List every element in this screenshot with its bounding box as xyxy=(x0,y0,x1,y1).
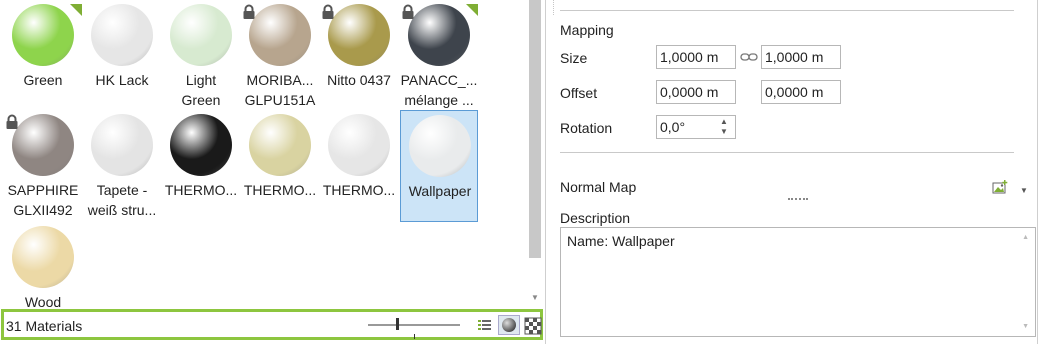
material-thumbnail[interactable]: THERMO... xyxy=(241,110,319,222)
size-label: Size xyxy=(560,50,588,66)
material-sphere xyxy=(328,114,390,176)
material-thumbnail[interactable]: PANACC_... mélange ... xyxy=(400,0,478,112)
sphere-icon xyxy=(502,318,516,332)
size-x-input[interactable]: 1,0000 m xyxy=(656,45,736,69)
material-label: MORIBA... GLPU151A xyxy=(244,72,316,108)
material-sphere xyxy=(91,114,153,176)
offset-label: Offset xyxy=(560,85,598,101)
textarea-scroll-down-icon[interactable]: ▼ xyxy=(1022,323,1029,330)
material-label: HK Lack xyxy=(95,72,149,88)
list-view-icon xyxy=(478,320,491,330)
link-icon[interactable] xyxy=(740,52,758,62)
material-thumbnail[interactable]: HK Lack xyxy=(83,0,161,112)
description-textarea[interactable]: Name: Wallpaper ▲ ▼ xyxy=(560,227,1036,337)
material-sphere xyxy=(409,115,471,177)
normal-map-label: Normal Map xyxy=(560,179,637,195)
spin-down-icon[interactable]: ▼ xyxy=(717,127,731,137)
material-sphere xyxy=(91,4,153,66)
status-bar: 31 Materials xyxy=(1,309,543,340)
material-thumbnail[interactable]: Tapete - weiß stru... xyxy=(83,110,161,222)
normal-map-dropdown-icon[interactable]: ▼ xyxy=(1020,186,1028,195)
material-label: Tapete - weiß stru... xyxy=(87,182,157,218)
material-sphere xyxy=(249,4,311,66)
vertical-scrollbar[interactable]: ▼ xyxy=(527,0,543,308)
resize-grip-icon[interactable] xyxy=(788,198,808,202)
material-sphere xyxy=(249,114,311,176)
list-view-button[interactable] xyxy=(474,315,496,335)
materials-count: 31 Materials xyxy=(6,318,83,334)
material-thumbnail[interactable]: THERMO... xyxy=(162,110,240,222)
top-separator xyxy=(560,10,1014,11)
sphere-preview-button[interactable] xyxy=(498,315,520,335)
material-label: Green xyxy=(23,72,63,88)
material-label: THERMO... xyxy=(243,182,317,198)
mapping-separator xyxy=(560,152,1014,153)
rotation-input[interactable]: 0,0° ▲ ▼ xyxy=(656,115,736,139)
thumbnail-size-slider[interactable] xyxy=(368,318,460,339)
lock-icon xyxy=(322,4,334,19)
material-thumbnail[interactable]: Wood xyxy=(4,222,82,308)
material-sphere xyxy=(328,4,390,66)
textarea-scroll-up-icon[interactable]: ▲ xyxy=(1022,234,1029,241)
offset-y-input[interactable]: 0,0000 m xyxy=(761,80,841,104)
mapping-heading: Mapping xyxy=(560,22,614,38)
size-y-input[interactable]: 1,0000 m xyxy=(761,45,841,69)
add-image-icon[interactable] xyxy=(992,180,1008,194)
right-border xyxy=(1037,0,1038,344)
scroll-down-arrow-icon[interactable]: ▼ xyxy=(529,292,541,304)
material-thumbnail[interactable]: Wallpaper xyxy=(400,110,478,222)
material-label: Light Green xyxy=(181,72,221,108)
material-label: Nitto 0437 xyxy=(327,72,391,88)
material-thumbnail[interactable]: SAPPHIRE GLXII492 xyxy=(4,110,82,222)
material-label: Wood xyxy=(24,294,62,308)
checkerboard-icon xyxy=(524,317,542,335)
lock-icon xyxy=(6,114,18,129)
material-thumbnail[interactable]: Green xyxy=(4,0,82,112)
corner-flag-icon xyxy=(466,4,478,16)
material-thumbnail[interactable]: THERMO... xyxy=(320,110,398,222)
scrollbar-thumb[interactable] xyxy=(529,0,541,258)
material-label: THERMO... xyxy=(164,182,238,198)
material-thumbnail[interactable]: MORIBA... GLPU151A xyxy=(241,0,319,112)
material-sphere xyxy=(12,114,74,176)
rotation-value: 0,0° xyxy=(660,119,686,135)
material-label: PANACC_... mélange ... xyxy=(400,72,478,108)
lock-icon xyxy=(243,4,255,19)
material-library-panel: Green HK Lack Light Green MORIBA... GLPU151… xyxy=(0,0,545,344)
material-grid: Green HK Lack Light Green MORIBA... GLPU151… xyxy=(0,0,527,308)
corner-flag-icon xyxy=(70,4,82,16)
spin-up-icon[interactable]: ▲ xyxy=(717,117,731,127)
material-sphere xyxy=(12,226,74,288)
material-label: Wallpaper xyxy=(408,183,472,199)
material-thumbnail[interactable]: Light Green xyxy=(162,0,240,112)
slider-tick xyxy=(414,334,415,339)
description-label: Description xyxy=(560,210,631,226)
slider-track[interactable] xyxy=(368,324,460,326)
material-label: SAPPHIRE GLXII492 xyxy=(7,182,79,218)
rotation-label: Rotation xyxy=(560,120,613,136)
lock-icon xyxy=(402,4,414,19)
slider-knob[interactable] xyxy=(396,318,399,330)
material-properties-panel: Mapping Size 1,0000 m 1,0000 m Offset 0,… xyxy=(546,0,1036,344)
material-thumbnail[interactable]: Nitto 0437 xyxy=(320,0,398,112)
description-text: Name: Wallpaper xyxy=(567,233,675,249)
material-sphere xyxy=(408,4,470,66)
material-sphere xyxy=(170,4,232,66)
checker-background-button[interactable] xyxy=(523,315,545,335)
material-sphere xyxy=(12,4,74,66)
offset-x-input[interactable]: 0,0000 m xyxy=(656,80,736,104)
material-sphere xyxy=(170,114,232,176)
material-label: THERMO... xyxy=(322,182,396,198)
